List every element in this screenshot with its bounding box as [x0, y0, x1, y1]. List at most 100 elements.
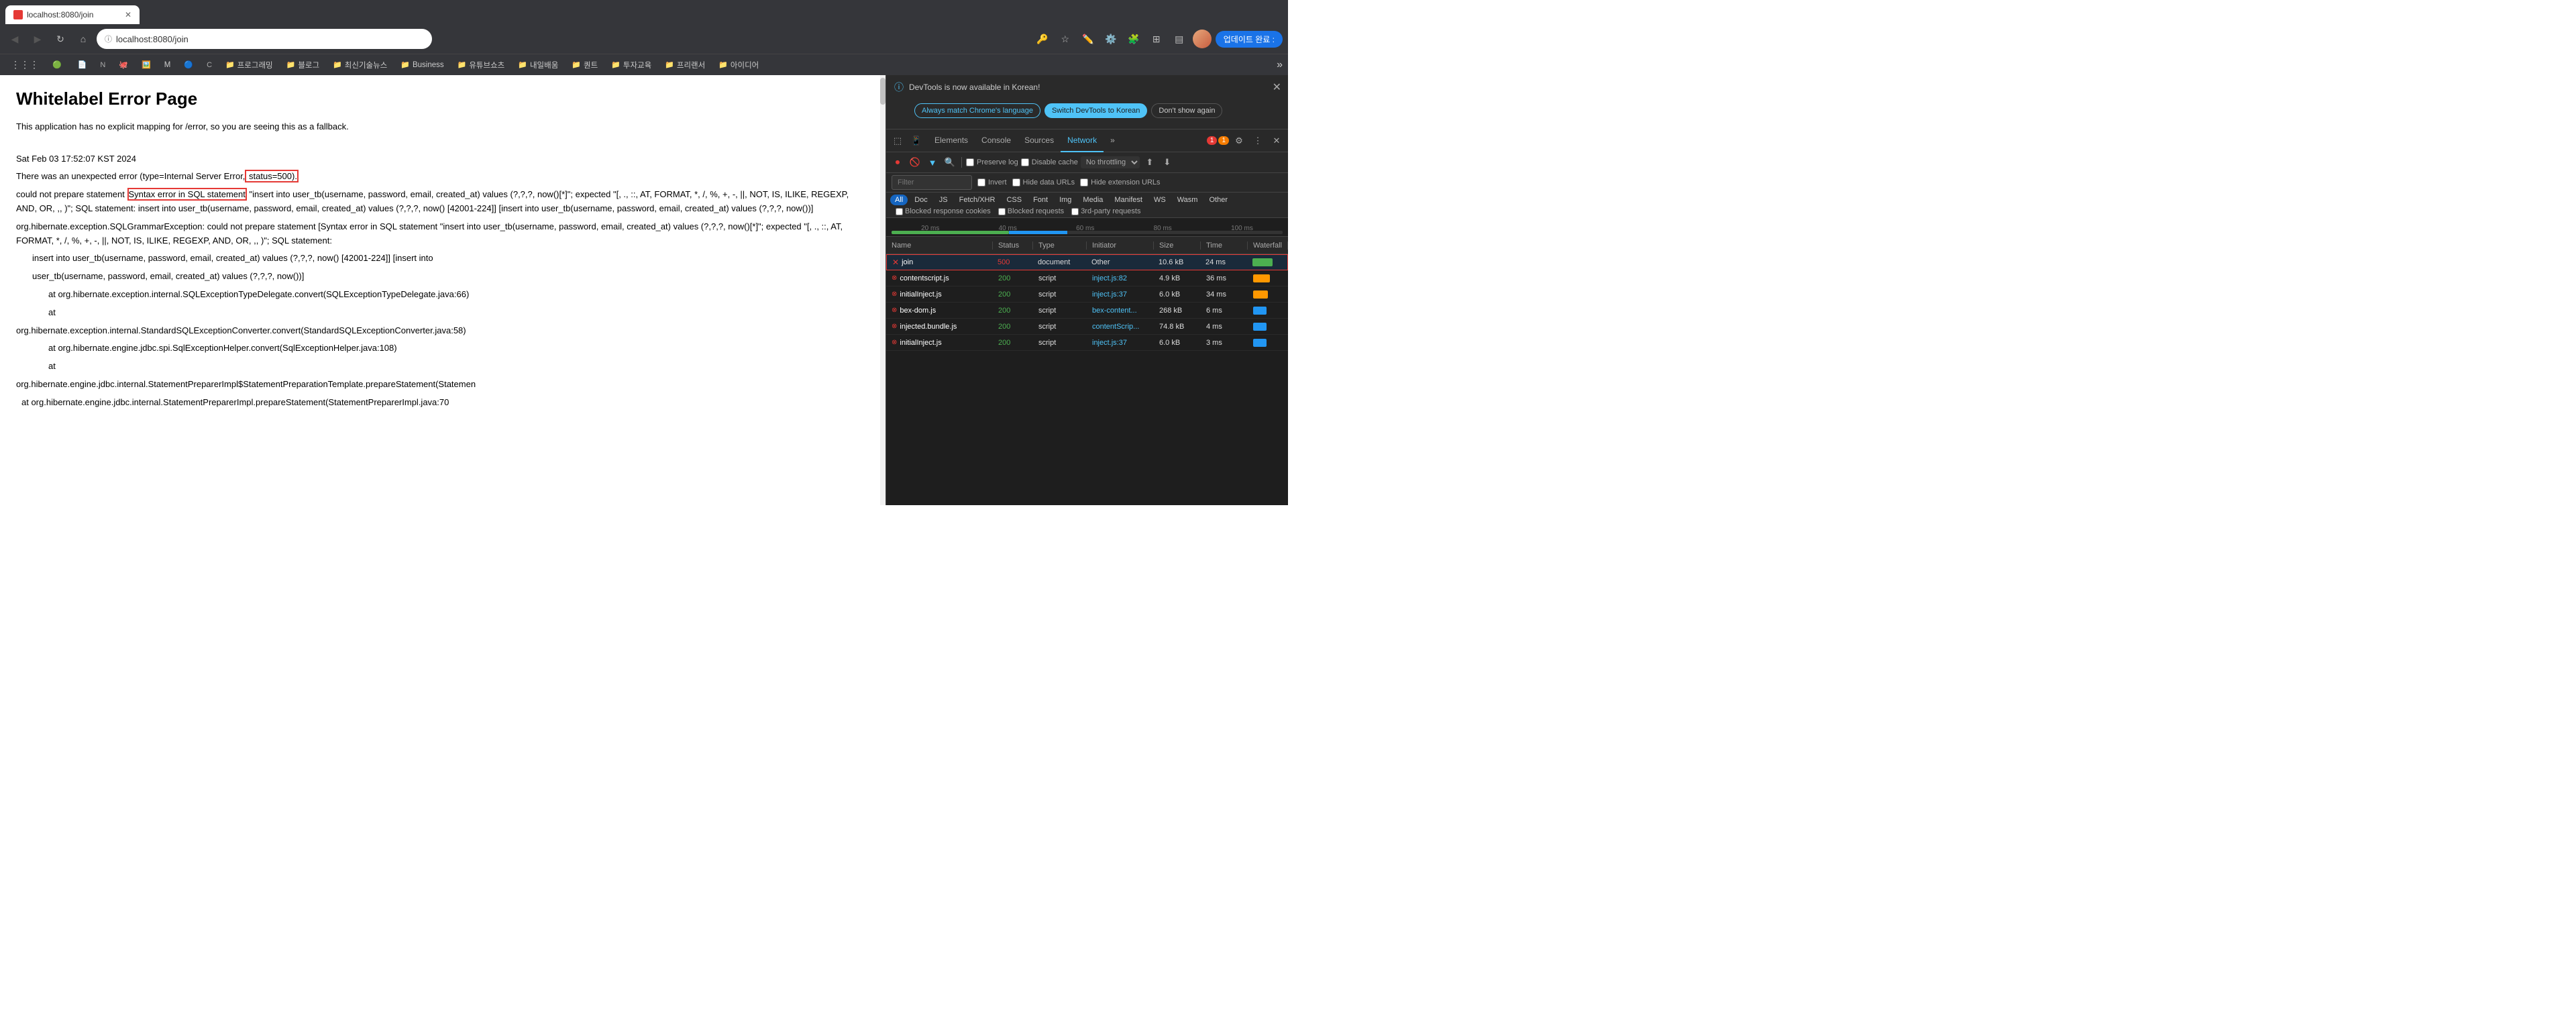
col-type[interactable]: Type — [1033, 242, 1087, 250]
device-icon[interactable]: 📱 — [908, 132, 925, 150]
error-count-badge: 1 — [1207, 136, 1218, 145]
close-notification-button[interactable]: ✕ — [1273, 81, 1281, 94]
throttle-select[interactable]: No throttling — [1081, 156, 1140, 168]
col-size[interactable]: Size — [1154, 242, 1201, 250]
scrollbar-thumb[interactable] — [880, 78, 885, 105]
inspect-icon[interactable]: ⬚ — [889, 132, 906, 150]
bookmark-youtube[interactable]: 📁 유튜브쇼츠 — [452, 58, 511, 72]
filter-toggle-button[interactable]: ▼ — [925, 155, 940, 170]
vertical-dots-button[interactable]: ⋮ — [1249, 132, 1267, 150]
bookmark-item-4[interactable]: 🐙 — [113, 59, 133, 70]
table-row[interactable]: ⊗ initialInject.js 200 script inject.js:… — [886, 335, 1288, 351]
password-icon[interactable]: 🔑 — [1033, 30, 1052, 48]
disable-cache-checkbox[interactable]: Disable cache — [1021, 158, 1078, 166]
filter-css[interactable]: CSS — [1002, 195, 1026, 205]
tab-more[interactable]: » — [1104, 129, 1122, 152]
filter-media[interactable]: Media — [1078, 195, 1108, 205]
forward-button[interactable]: ▶ — [28, 30, 47, 48]
extension-icon[interactable]: 🧩 — [1124, 30, 1143, 48]
switch-korean-button[interactable]: Switch DevTools to Korean — [1044, 103, 1147, 118]
filter-other[interactable]: Other — [1204, 195, 1232, 205]
bookmark-learning[interactable]: 📁 내일배움 — [513, 58, 564, 72]
hide-ext-urls-checkbox[interactable]: Hide extension URLs — [1080, 178, 1160, 187]
bookmark-business[interactable]: 📁 Business — [395, 59, 449, 70]
bookmark-tech[interactable]: 📁 최신기술뉴스 — [327, 58, 392, 72]
active-tab[interactable]: localhost:8080/join ✕ — [5, 5, 140, 24]
col-time[interactable]: Time — [1201, 242, 1248, 250]
bookmark-quant[interactable]: 📁 퀀트 — [566, 58, 603, 72]
error-stack-3: org.hibernate.exception.internal.Standar… — [16, 324, 869, 338]
filter-wasm[interactable]: Wasm — [1173, 195, 1203, 205]
col-initiator[interactable]: Initiator — [1087, 242, 1154, 250]
preserve-log-checkbox[interactable]: Preserve log — [966, 158, 1018, 166]
filter-text-input[interactable] — [892, 175, 972, 190]
table-row[interactable]: ✕ join 500 document Other 10.6 kB 24 ms — [886, 254, 1288, 270]
table-row[interactable]: ⊗ initialInject.js 200 script inject.js:… — [886, 286, 1288, 303]
upload-icon[interactable]: ⬆ — [1142, 155, 1157, 170]
search-button[interactable]: 🔍 — [943, 155, 957, 170]
bookmark-item-6[interactable]: M — [159, 60, 176, 70]
settings-button[interactable]: ⚙ — [1230, 132, 1248, 150]
url-text[interactable]: localhost:8080/join — [116, 34, 189, 44]
record-button[interactable]: ⏺ — [890, 155, 905, 170]
profile-button[interactable] — [1193, 30, 1212, 48]
col-waterfall[interactable]: Waterfall — [1248, 242, 1288, 250]
col-status[interactable]: Status — [993, 242, 1033, 250]
apps-icon[interactable]: ⋮⋮⋮ — [5, 58, 44, 72]
filter-manifest[interactable]: Manifest — [1110, 195, 1147, 205]
download-icon[interactable]: ⬇ — [1160, 155, 1175, 170]
invert-checkbox[interactable]: Invert — [977, 178, 1007, 187]
scrollbar-vertical[interactable] — [880, 75, 885, 505]
address-bar[interactable]: ⓘ localhost:8080/join — [97, 29, 432, 49]
settings-icon[interactable]: ⚙️ — [1102, 30, 1120, 48]
tab-sources[interactable]: Sources — [1018, 129, 1061, 152]
filter-img[interactable]: Img — [1055, 195, 1076, 205]
edit-icon[interactable]: ✏️ — [1079, 30, 1097, 48]
bookmark-item-1[interactable]: 🟢 — [47, 59, 70, 70]
back-button[interactable]: ◀ — [5, 30, 24, 48]
filter-all[interactable]: All — [890, 195, 908, 205]
bookmark-invest[interactable]: 📁 투자교육 — [606, 58, 657, 72]
home-button[interactable]: ⌂ — [74, 30, 93, 48]
dont-show-again-button[interactable]: Don't show again — [1151, 103, 1222, 118]
clear-button[interactable]: 🚫 — [908, 155, 922, 170]
bookmark-blog[interactable]: 📁 블로그 — [281, 58, 325, 72]
always-match-button[interactable]: Always match Chrome's language — [914, 103, 1040, 118]
update-button[interactable]: 업데이트 완료 : — [1216, 31, 1283, 48]
blocked-requests-checkbox[interactable]: Blocked requests — [998, 207, 1064, 215]
split-icon[interactable]: ⊞ — [1147, 30, 1166, 48]
tab-console[interactable]: Console — [975, 129, 1018, 152]
col-name[interactable]: Name — [886, 242, 993, 250]
blocked-cookies-checkbox[interactable]: Blocked response cookies — [896, 207, 991, 215]
filter-fetch-xhr[interactable]: Fetch/XHR — [955, 195, 1000, 205]
bookmark-item-2[interactable]: 📄 — [72, 59, 93, 70]
bookmark-programming[interactable]: 📁 프로그래밍 — [220, 58, 278, 72]
bookmark-item-8[interactable]: C — [201, 60, 217, 70]
table-row[interactable]: ⊗ bex-dom.js 200 script bex-content... 2… — [886, 303, 1288, 319]
reload-button[interactable]: ↻ — [51, 30, 70, 48]
close-devtools-button[interactable]: ✕ — [1268, 132, 1285, 150]
tab-close[interactable]: ✕ — [125, 10, 131, 19]
more-bookmarks[interactable]: » — [1277, 59, 1283, 71]
bookmark-ideas[interactable]: 📁 아이디어 — [713, 58, 764, 72]
filter-font[interactable]: Font — [1028, 195, 1053, 205]
sidebar-icon[interactable]: ▤ — [1170, 30, 1189, 48]
tab-elements[interactable]: Elements — [928, 129, 975, 152]
error-stack-7: at org.hibernate.engine.jdbc.internal.St… — [16, 396, 869, 410]
tab-network[interactable]: Network — [1061, 129, 1104, 152]
filter-js[interactable]: JS — [934, 195, 953, 205]
bookmark-freelance[interactable]: 📁 프리랜서 — [659, 58, 710, 72]
browser-chrome: localhost:8080/join ✕ ◀ ▶ ↻ ⌂ ⓘ localhos… — [0, 0, 1288, 75]
bookmark-icon[interactable]: ☆ — [1056, 30, 1075, 48]
bookmark-item-5[interactable]: 🖼️ — [136, 59, 156, 70]
filter-ws[interactable]: WS — [1149, 195, 1171, 205]
row-size: 6.0 kB — [1154, 339, 1201, 347]
waterfall-bar-4 — [1253, 307, 1267, 315]
hide-data-urls-checkbox[interactable]: Hide data URLs — [1012, 178, 1075, 187]
bookmark-item-7[interactable]: 🔵 — [178, 59, 199, 70]
table-row[interactable]: ⊗ injected.bundle.js 200 script contentS… — [886, 319, 1288, 335]
filter-doc[interactable]: Doc — [910, 195, 932, 205]
bookmark-item-3[interactable]: N — [95, 60, 111, 70]
table-row[interactable]: ⊗ contentscript.js 200 script inject.js:… — [886, 270, 1288, 286]
third-party-checkbox[interactable]: 3rd-party requests — [1071, 207, 1140, 215]
